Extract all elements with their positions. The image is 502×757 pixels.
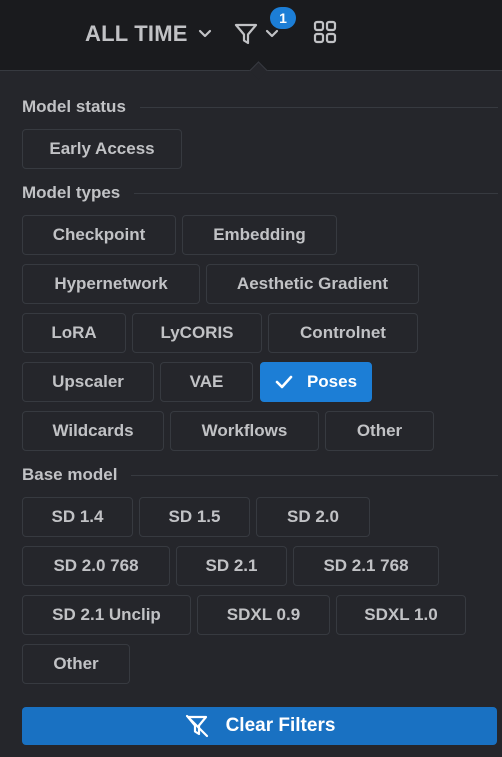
chip-label: LoRA: [51, 323, 97, 342]
chip-lora[interactable]: LoRA: [22, 313, 126, 353]
chip-sdxl-1-0[interactable]: SDXL 1.0: [336, 595, 466, 635]
chip-label: Hypernetwork: [54, 274, 168, 293]
chip-poses[interactable]: Poses: [260, 362, 372, 402]
time-period-label: ALL TIME: [85, 21, 188, 46]
chip-other-base[interactable]: Other: [22, 644, 130, 684]
chip-other-type[interactable]: Other: [325, 411, 434, 451]
chip-sd-2-1[interactable]: SD 2.1: [176, 546, 287, 586]
check-icon: [275, 375, 293, 389]
clear-filters-button[interactable]: Clear Filters: [22, 707, 497, 745]
chip-label: Controlnet: [300, 323, 386, 342]
divider: [131, 474, 498, 476]
chip-sd-1-4[interactable]: SD 1.4: [22, 497, 133, 537]
chip-label: Upscaler: [52, 372, 124, 391]
section-title: Base model: [22, 465, 118, 484]
chip-label: SD 2.1 768: [323, 556, 409, 575]
filter-count-badge: 1: [270, 7, 296, 29]
chevron-down-icon: [198, 29, 212, 39]
chip-lycoris[interactable]: LyCORIS: [132, 313, 262, 353]
chip-workflows[interactable]: Workflows: [170, 411, 319, 451]
chevron-down-icon: [265, 29, 279, 39]
chip-label: VAE: [189, 372, 224, 391]
section-base-model: Base model: [22, 465, 498, 485]
section-title: Model status: [22, 97, 126, 116]
divider: [139, 106, 498, 108]
chip-early-access[interactable]: Early Access: [22, 129, 182, 169]
grid-icon: [313, 20, 337, 49]
chip-sd-2-1-unclip[interactable]: SD 2.1 Unclip: [22, 595, 191, 635]
chip-sd-2-0-768[interactable]: SD 2.0 768: [22, 546, 170, 586]
layout-toggle-button[interactable]: [312, 20, 338, 49]
chip-label: Early Access: [49, 139, 155, 158]
chip-label: SDXL 0.9: [226, 605, 301, 624]
chip-aesthetic-gradient[interactable]: Aesthetic Gradient: [206, 264, 419, 304]
chip-label: SD 1.5: [168, 507, 221, 526]
chip-label: Poses: [306, 372, 358, 391]
chip-hypernetwork[interactable]: Hypernetwork: [22, 264, 200, 304]
chip-sd-1-5[interactable]: SD 1.5: [139, 497, 250, 537]
filter-icon: [233, 21, 259, 47]
chip-checkpoint[interactable]: Checkpoint: [22, 215, 176, 255]
chip-label: Aesthetic Gradient: [236, 274, 389, 293]
chip-controlnet[interactable]: Controlnet: [268, 313, 418, 353]
chip-label: SD 2.1: [205, 556, 258, 575]
section-title: Model types: [22, 183, 121, 202]
chip-label: SD 2.0 768: [53, 556, 139, 575]
chip-label: LyCORIS: [160, 323, 234, 342]
chip-sdxl-0-9[interactable]: SDXL 0.9: [197, 595, 330, 635]
chip-label: Checkpoint: [52, 225, 146, 244]
divider: [134, 192, 498, 194]
chip-embedding[interactable]: Embedding: [182, 215, 337, 255]
chip-vae[interactable]: VAE: [160, 362, 253, 402]
chip-upscaler[interactable]: Upscaler: [22, 362, 154, 402]
chip-label: Embedding: [213, 225, 306, 244]
chip-sd-2-0[interactable]: SD 2.0: [256, 497, 370, 537]
chip-label: SD 2.0: [287, 507, 339, 526]
section-model-types: Model types: [22, 183, 498, 203]
chip-label: Other: [356, 421, 403, 440]
chip-label: SD 2.1 Unclip: [52, 605, 161, 624]
top-bar: ALL TIME 1: [0, 0, 502, 70]
chip-sd-2-1-768[interactable]: SD 2.1 768: [293, 546, 439, 586]
clear-filters-label: Clear Filters: [225, 715, 336, 736]
section-model-status: Model status: [22, 97, 498, 117]
time-period-select[interactable]: ALL TIME: [85, 20, 212, 48]
chip-label: SDXL 1.0: [364, 605, 438, 624]
filter-off-icon: [184, 713, 210, 739]
chip-label: Workflows: [201, 421, 288, 440]
chip-label: Wildcards: [52, 421, 134, 440]
chip-wildcards[interactable]: Wildcards: [22, 411, 164, 451]
chip-label: SD 1.4: [51, 507, 104, 526]
chip-label: Other: [53, 654, 99, 673]
